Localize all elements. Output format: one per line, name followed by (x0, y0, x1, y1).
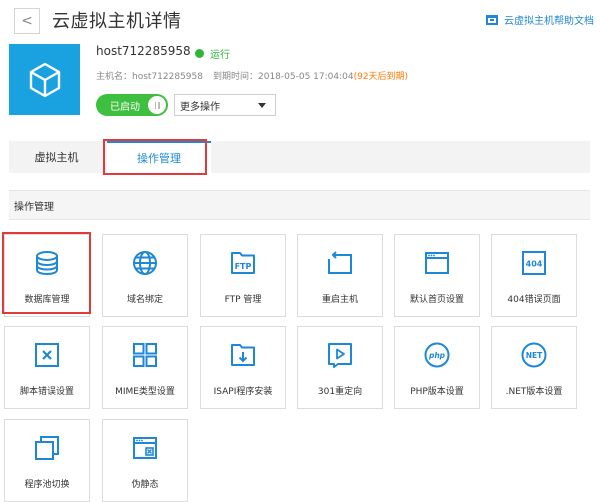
grid-icon (133, 343, 157, 367)
tile-script-errors[interactable]: 脚本错误设置 (4, 326, 90, 409)
svg-text:404: 404 (526, 260, 543, 269)
tile-label: 数据库管理 (24, 295, 70, 305)
page-title: 云虚拟主机详情 (52, 11, 182, 32)
globe-icon (133, 251, 157, 275)
rewrite-window-icon (133, 437, 157, 459)
meta-expire-prefix: 到期时间： (212, 72, 258, 82)
meta-name: host712285958 (132, 72, 203, 82)
tab-operations[interactable]: 操作管理 (107, 141, 211, 173)
tile-label: .NET版本设置 (505, 387, 563, 397)
close-box-icon (35, 343, 59, 367)
tile-label: FTP 管理 (224, 295, 262, 305)
tile-label: 重启主机 (321, 295, 358, 305)
status-indicator: 运行 (195, 46, 230, 61)
tile-default-page[interactable]: 默认首页设置 (394, 234, 480, 317)
help-doc-link[interactable]: 云虚拟主机帮助文档 (486, 12, 594, 27)
meta-expire-note: (92天后到期) (353, 72, 409, 82)
tab-virtual-host[interactable]: 虚拟主机 (9, 141, 104, 173)
help-doc-link-label: 云虚拟主机帮助文档 (504, 16, 594, 27)
tile-label: 301重定向 (317, 387, 363, 397)
more-actions-label: 更多操作 (180, 101, 220, 113)
svg-text:FTP: FTP (235, 262, 252, 271)
ftp-folder-icon: FTP (231, 252, 255, 274)
more-actions-select[interactable]: 更多操作 (174, 94, 276, 116)
browser-window-icon (425, 252, 449, 274)
restart-icon (328, 251, 352, 274)
redirect-play-icon (328, 343, 352, 368)
power-toggle[interactable]: 已启动 (96, 94, 168, 116)
database-icon (36, 251, 58, 276)
svg-text:php: php (428, 351, 446, 360)
tile-label: MIME类型设置 (115, 387, 175, 397)
tile-app-pool[interactable]: 程序池切换 (4, 419, 90, 502)
chevron-down-icon (258, 103, 266, 108)
error-404-icon: 404 (522, 251, 546, 275)
tile-label: 脚本错误设置 (19, 387, 74, 397)
tile-isapi[interactable]: ISAPI程序安装 (200, 326, 286, 409)
toggle-knob (148, 96, 166, 114)
meta-name-prefix: 主机名： (96, 72, 133, 82)
tile-404-page[interactable]: 404 404错误页面 (491, 234, 577, 317)
tile-label: 404错误页面 (507, 295, 561, 305)
status-text: 运行 (210, 50, 230, 61)
svg-text:NET: NET (526, 351, 543, 360)
meta-expire-time: 2018-05-05 17:04:04 (258, 72, 354, 82)
host-cube-logo (9, 44, 80, 115)
tile-url-rewrite[interactable]: 伪静态 (102, 419, 188, 502)
tile-restart[interactable]: 重启主机 (297, 234, 383, 317)
tile-ftp[interactable]: FTP FTP 管理 (200, 234, 286, 317)
section-header: 操作管理 (9, 190, 590, 220)
host-name: host712285958 (96, 44, 191, 58)
status-dot-icon (195, 49, 204, 58)
tile-label: 伪静态 (131, 480, 159, 490)
tile-label: ISAPI程序安装 (213, 387, 273, 397)
tile-dotnet-version[interactable]: NET .NET版本设置 (491, 326, 577, 409)
host-meta: 主机名：host712285958 到期时间：2018-05-05 17:04:0… (96, 69, 408, 82)
tile-php-version[interactable]: php PHP版本设置 (394, 326, 480, 409)
tile-mime-types[interactable]: MIME类型设置 (102, 326, 188, 409)
tile-label: 程序池切换 (24, 480, 70, 490)
tile-label: 默认首页设置 (409, 295, 464, 305)
tile-domain-binding[interactable]: 域名绑定 (102, 234, 188, 317)
download-box-icon (231, 344, 255, 366)
back-button[interactable]: < (14, 8, 40, 34)
app-pool-icon (35, 436, 59, 460)
tab-bar: 虚拟主机 操作管理 (9, 141, 590, 173)
tile-label: 域名绑定 (126, 295, 163, 305)
cube-icon (29, 62, 60, 97)
tile-301-redirect[interactable]: 301重定向 (297, 326, 383, 409)
dotnet-icon: NET (521, 342, 547, 368)
book-icon (486, 14, 498, 25)
tile-label: PHP版本设置 (410, 387, 464, 397)
power-toggle-label: 已启动 (110, 101, 140, 113)
php-icon: php (424, 342, 450, 368)
tile-database[interactable]: 数据库管理 (4, 234, 90, 317)
